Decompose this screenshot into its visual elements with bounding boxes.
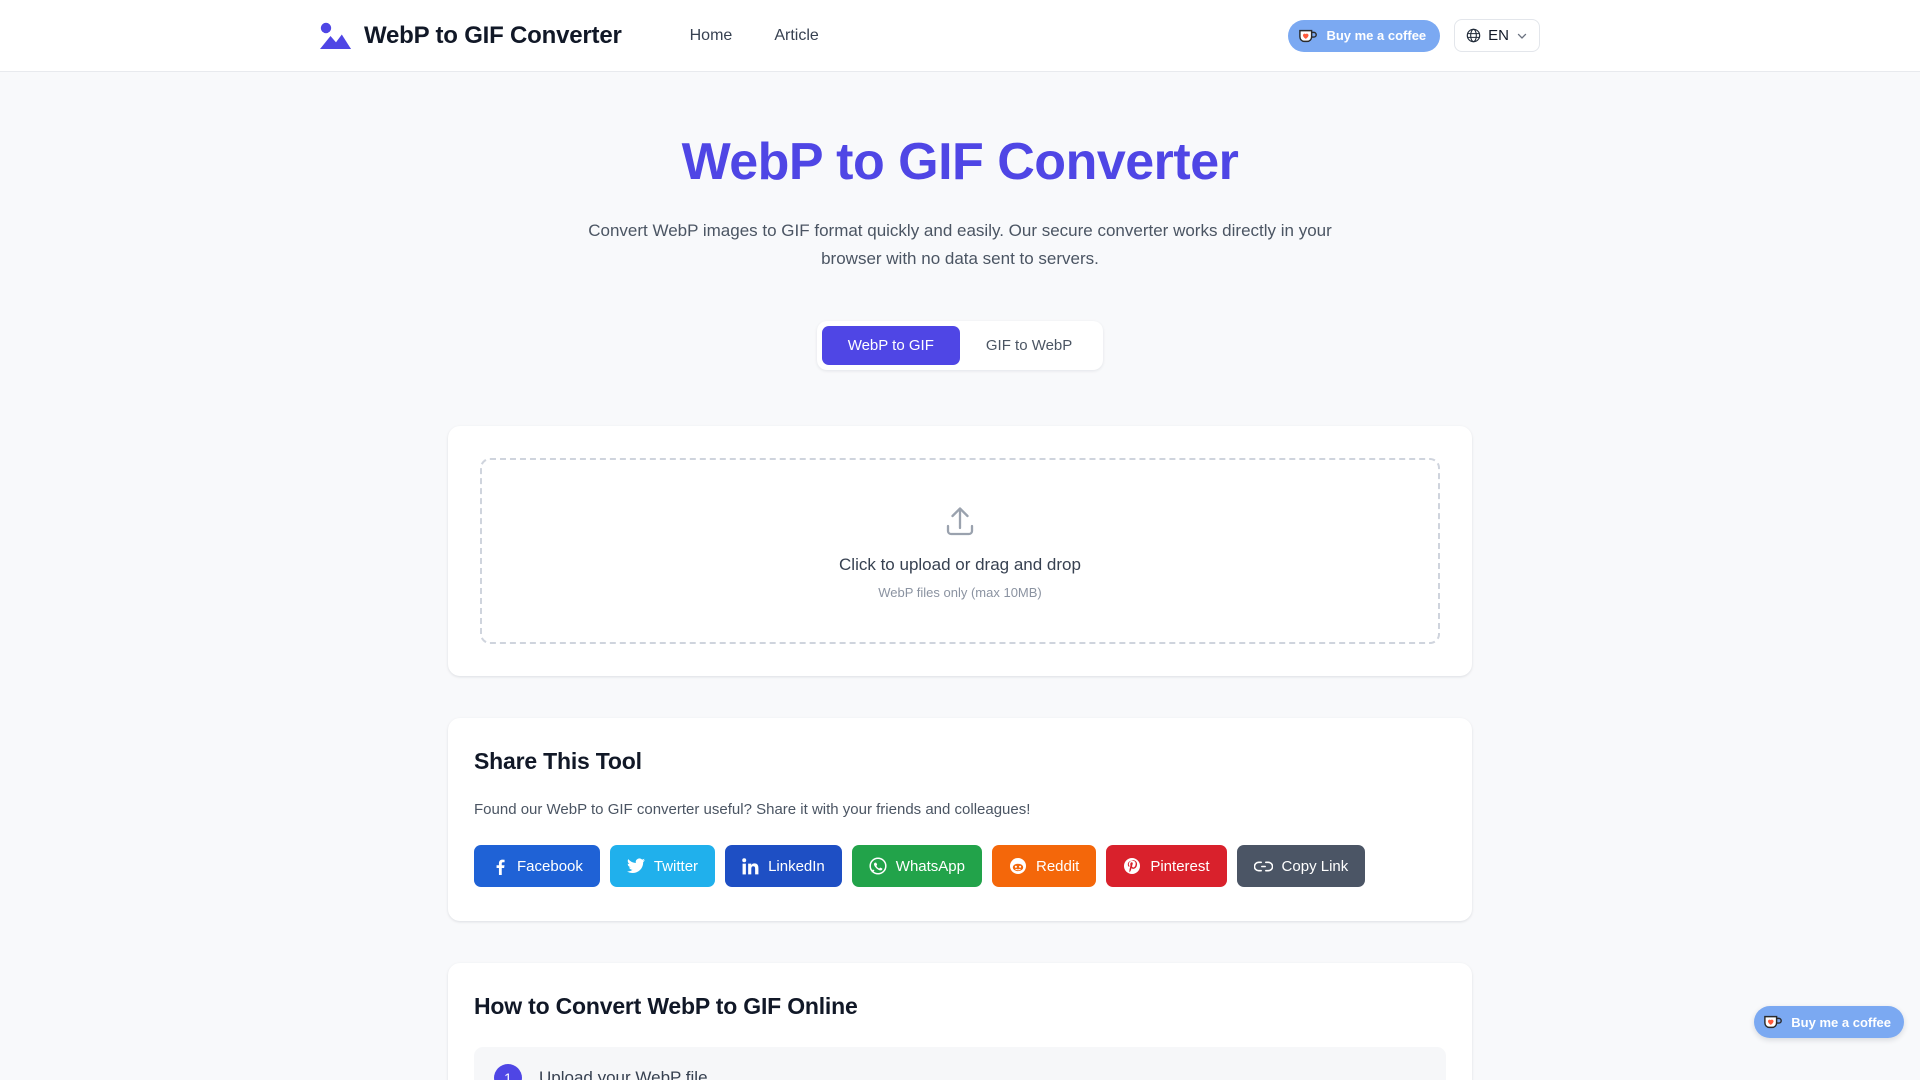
coffee-cup-icon xyxy=(1298,27,1318,45)
floating-buy-me-a-coffee-button[interactable]: Buy me a coffee xyxy=(1754,1006,1904,1038)
coffee-cup-icon xyxy=(1763,1013,1783,1031)
upload-icon xyxy=(942,503,978,555)
share-pinterest-button[interactable]: Pinterest xyxy=(1106,845,1227,888)
header-actions: Buy me a coffee EN xyxy=(1288,19,1540,52)
share-twitter-label: Twitter xyxy=(653,857,699,875)
floating-buy-me-a-coffee-label: Buy me a coffee xyxy=(1791,1014,1891,1030)
twitter-icon xyxy=(626,858,645,874)
link-icon xyxy=(1253,860,1273,873)
how-to-heading: How to Convert WebP to GIF Online xyxy=(474,993,858,1020)
linkedin-icon xyxy=(742,857,759,875)
share-heading: Share This Tool xyxy=(474,748,642,775)
share-description: Found our WebP to GIF converter useful? … xyxy=(474,801,1031,819)
share-linkedin-label: LinkedIn xyxy=(768,857,825,875)
buy-me-a-coffee-button[interactable]: Buy me a coffee xyxy=(1288,19,1441,52)
language-selector[interactable]: EN xyxy=(1454,19,1540,52)
whatsapp-icon xyxy=(869,857,887,875)
share-facebook-button[interactable]: Facebook xyxy=(474,845,600,888)
dropzone-secondary-text: WebP files only (max 10MB) xyxy=(878,584,1042,600)
hero-section: WebP to GIF Converter Convert WebP image… xyxy=(0,72,1920,273)
tab-webp-to-gif[interactable]: WebP to GIF xyxy=(821,326,960,366)
share-whatsapp-label: WhatsApp xyxy=(895,857,965,875)
how-to-step: 1 Upload your WebP file xyxy=(474,1047,1446,1080)
share-whatsapp-button[interactable]: WhatsApp xyxy=(851,845,982,888)
share-card: Share This Tool Found our WebP to GIF co… xyxy=(448,718,1472,922)
nav-item-home[interactable]: Home xyxy=(690,27,733,45)
site-header: WebP to GIF Converter Home Article Buy m… xyxy=(0,0,1920,72)
image-mountain-icon xyxy=(318,21,352,51)
hero-title: WebP to GIF Converter xyxy=(681,133,1239,191)
pinterest-icon xyxy=(1123,857,1141,875)
share-reddit-button[interactable]: Reddit xyxy=(991,845,1097,888)
reddit-icon xyxy=(1009,857,1027,875)
share-button-row: Facebook Twitter LinkedIn WhatsApp Reddi… xyxy=(474,845,1446,888)
conversion-mode-toggle: WebP to GIF GIF to WebP xyxy=(0,321,1920,371)
step-number-badge: 1 xyxy=(494,1064,522,1080)
hero-subtitle: Convert WebP images to GIF format quickl… xyxy=(588,221,1332,269)
chevron-down-icon xyxy=(1516,30,1528,42)
upload-card: Click to upload or drag and drop WebP fi… xyxy=(448,426,1472,677)
main-nav: Home Article xyxy=(690,27,819,45)
globe-icon xyxy=(1466,28,1481,43)
language-value: EN xyxy=(1488,27,1509,44)
how-to-card: How to Convert WebP to GIF Online 1 Uplo… xyxy=(448,963,1472,1080)
share-pinterest-label: Pinterest xyxy=(1150,857,1210,875)
brand[interactable]: WebP to GIF Converter xyxy=(318,21,622,51)
nav-item-article[interactable]: Article xyxy=(774,27,818,45)
copy-link-button[interactable]: Copy Link xyxy=(1236,845,1366,888)
file-dropzone[interactable]: Click to upload or drag and drop WebP fi… xyxy=(480,458,1440,645)
share-facebook-label: Facebook xyxy=(517,857,583,875)
facebook-icon xyxy=(491,858,508,875)
share-linkedin-button[interactable]: LinkedIn xyxy=(725,845,842,888)
share-twitter-button[interactable]: Twitter xyxy=(609,845,716,888)
copy-link-label: Copy Link xyxy=(1281,857,1349,875)
page-title: WebP to GIF Converter xyxy=(364,21,622,49)
share-reddit-label: Reddit xyxy=(1035,857,1080,875)
step-text: Upload your WebP file xyxy=(539,1068,708,1080)
buy-me-a-coffee-label: Buy me a coffee xyxy=(1326,28,1427,43)
dropzone-primary-text: Click to upload or drag and drop xyxy=(839,554,1081,574)
tab-gif-to-webp[interactable]: GIF to WebP xyxy=(960,326,1098,365)
